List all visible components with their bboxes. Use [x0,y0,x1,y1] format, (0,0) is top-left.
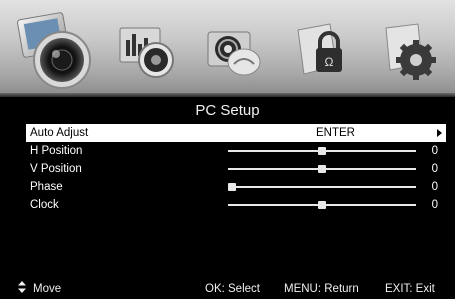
h-position-label: H Position [30,145,83,157]
menu-row-phase[interactable]: Phase 0 [26,178,446,196]
clock-slider[interactable] [228,201,416,209]
clock-slider-knob[interactable] [318,201,326,209]
h-position-value: 0 [431,145,438,157]
menu-tab-bar: Ω [0,0,455,97]
menu-row-h-position[interactable]: H Position 0 [26,142,446,160]
h-position-slider[interactable] [228,147,416,155]
phase-value: 0 [431,181,438,193]
tab-picture[interactable] [14,10,100,94]
v-position-label: V Position [30,163,82,175]
return-hint: MENU: Return [284,283,359,295]
phase-slider-knob[interactable] [228,183,236,191]
v-position-value: 0 [431,163,438,175]
menu-row-auto-adjust[interactable]: Auto Adjust ENTER [26,124,446,142]
clock-value: 0 [431,199,438,211]
v-position-slider-knob[interactable] [318,165,326,173]
h-position-slider-knob[interactable] [318,147,326,155]
phase-label: Phase [30,181,63,193]
right-arrow-icon [437,129,442,137]
channel-icon [207,31,261,76]
up-down-arrows-icon [18,280,26,299]
menu-row-v-position[interactable]: V Position 0 [26,160,446,178]
svg-text:Ω: Ω [325,55,334,69]
pc-setup-list: Auto Adjust ENTER H Position 0 V Positio… [26,124,446,214]
key-hint-bar: Move OK: Select MENU: Return EXIT: Exit [0,280,455,299]
exit-hint: EXIT: Exit [385,283,435,295]
clock-label: Clock [30,199,59,211]
auto-adjust-label: Auto Adjust [30,127,89,139]
tab-setup[interactable] [372,14,452,88]
tab-channel[interactable] [198,14,278,88]
menu-title: PC Setup [195,102,260,119]
move-hint: Move [33,283,62,295]
sound-icon [119,27,174,78]
v-position-slider[interactable] [228,165,416,173]
tab-sound[interactable] [112,14,192,88]
phase-slider[interactable] [228,183,416,191]
select-hint: OK: Select [205,283,260,295]
auto-adjust-enter: ENTER [316,127,355,139]
tab-lock[interactable]: Ω [286,14,366,88]
lock-icon: Ω [297,23,342,75]
setup-gear-icon [385,23,436,80]
picture-icon [17,12,91,89]
menu-row-clock[interactable]: Clock 0 [26,196,446,214]
